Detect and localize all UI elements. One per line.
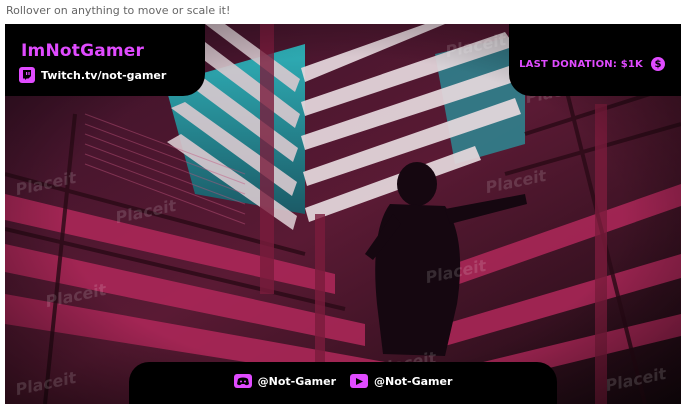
donation-row[interactable]: LAST DONATION: $1K $ [519,57,665,71]
channel-panel[interactable]: ImNotGamer Twitch.tv/not-gamer [5,24,205,96]
channel-link-row[interactable]: Twitch.tv/not-gamer [19,67,166,83]
editor-hint: Rollover on anything to move or scale it… [6,4,231,17]
stream-overlay-canvas[interactable]: Placeit Placeit Placeit Placeit Placeit … [5,24,681,404]
discord-handle[interactable]: @Not-Gamer [258,375,336,388]
last-donation-label[interactable]: LAST DONATION: $1K [519,59,643,70]
discord-icon [233,374,252,388]
socials-panel[interactable]: @Not-Gamer @Not-Gamer [129,362,557,404]
dollar-icon: $ [651,57,665,71]
youtube-handle[interactable]: @Not-Gamer [374,375,452,388]
social-item-youtube[interactable]: @Not-Gamer [350,374,452,388]
twitch-icon [19,67,35,83]
youtube-icon [350,374,368,388]
channel-name[interactable]: ImNotGamer [21,41,144,61]
donation-panel[interactable]: LAST DONATION: $1K $ [509,24,681,96]
social-item-discord[interactable]: @Not-Gamer [233,374,336,388]
channel-url[interactable]: Twitch.tv/not-gamer [41,69,166,82]
social-row: @Not-Gamer @Not-Gamer [129,374,557,388]
